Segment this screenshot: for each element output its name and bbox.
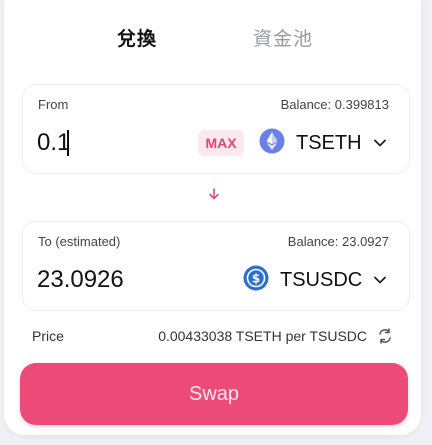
to-token-selector[interactable]: $ TSUSDC <box>243 265 387 296</box>
from-label: From <box>38 97 69 112</box>
to-amount-input[interactable] <box>37 266 197 294</box>
tab-pool[interactable]: 資金池 <box>253 24 313 51</box>
price-value: 0.00433038 TSETH per TSUSDC <box>158 328 367 344</box>
to-token-name: TSUSDC <box>280 268 363 291</box>
max-button[interactable]: MAX <box>198 130 244 156</box>
svg-text:$: $ <box>252 271 260 285</box>
from-token-name: TSETH <box>296 131 362 154</box>
from-panel: From Balance: 0.399813 MAX TSETH <box>22 84 410 174</box>
chevron-down-icon <box>374 271 387 289</box>
ethereum-icon <box>259 128 285 159</box>
to-panel: To (estimated) Balance: 23.0927 $ TSUSDC <box>22 221 410 311</box>
usdc-icon: $ <box>243 265 269 296</box>
from-token-selector[interactable]: TSETH <box>259 128 386 159</box>
to-label: To (estimated) <box>38 234 121 249</box>
from-balance: Balance: 0.399813 <box>280 97 389 112</box>
text-cursor <box>67 130 69 156</box>
swap-button[interactable]: Swap <box>20 363 408 425</box>
arrow-down-icon[interactable] <box>207 187 221 201</box>
tab-swap[interactable]: 兌換 <box>117 24 157 51</box>
from-amount-input[interactable] <box>37 129 197 157</box>
price-label: Price <box>32 328 64 344</box>
to-balance: Balance: 23.0927 <box>287 234 389 249</box>
invert-price-icon[interactable] <box>377 327 393 345</box>
tab-bar: 兌換 資金池 <box>0 24 432 54</box>
price-row: Price 0.00433038 TSETH per TSUSDC <box>0 328 432 348</box>
chevron-down-icon <box>373 134 386 152</box>
